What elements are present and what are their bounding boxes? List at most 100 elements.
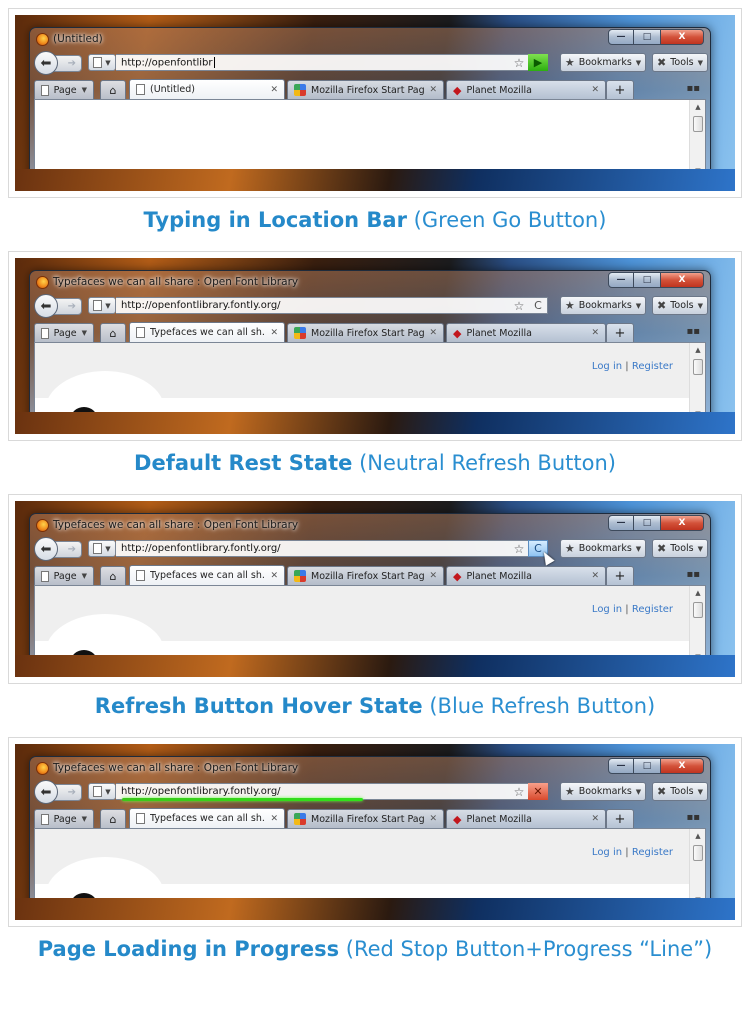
site-identity-button[interactable]: ▼ xyxy=(88,54,116,71)
back-button[interactable]: ⬅ xyxy=(34,51,58,75)
minimize-button[interactable]: — xyxy=(608,515,634,531)
scroll-up-icon[interactable]: ▲ xyxy=(690,343,706,357)
tab-close-icon[interactable]: ✕ xyxy=(270,814,278,824)
vertical-scrollbar[interactable]: ▲ ▼ xyxy=(689,586,705,664)
tab-active[interactable]: Typefaces we can all sh... ✕ xyxy=(129,808,285,828)
register-link[interactable]: Register xyxy=(632,604,673,615)
bookmark-star-icon[interactable]: ☆ xyxy=(510,542,528,556)
vertical-scrollbar[interactable]: ▲ ▼ xyxy=(689,343,705,421)
tab-active[interactable]: Typefaces we can all sh... ✕ xyxy=(129,322,285,342)
maximize-button[interactable]: □ xyxy=(634,758,660,774)
tab-close-icon[interactable]: ✕ xyxy=(591,814,599,824)
minimize-button[interactable]: — xyxy=(608,272,634,288)
close-button[interactable]: X xyxy=(660,758,704,774)
scroll-down-icon[interactable]: ▼ xyxy=(690,893,706,907)
site-identity-button[interactable]: ▼ xyxy=(88,297,116,314)
tools-button[interactable]: ✖ Tools ▼ xyxy=(652,53,708,72)
tab-planet-mozilla[interactable]: ◆ Planet Mozilla ✕ xyxy=(446,323,606,342)
tab-mozilla-start[interactable]: Mozilla Firefox Start Page ✕ xyxy=(287,80,444,99)
scroll-down-icon[interactable]: ▼ xyxy=(690,650,706,664)
tab-planet-mozilla[interactable]: ◆ Planet Mozilla ✕ xyxy=(446,809,606,828)
tab-close-icon[interactable]: ✕ xyxy=(429,571,437,581)
scroll-down-icon[interactable]: ▼ xyxy=(690,164,706,178)
page-menu-button[interactable]: Page ▼ xyxy=(34,566,94,585)
page-menu-button[interactable]: Page ▼ xyxy=(34,323,94,342)
tab-close-icon[interactable]: ✕ xyxy=(591,571,599,581)
maximize-button[interactable]: □ xyxy=(634,515,660,531)
scroll-thumb[interactable] xyxy=(693,116,703,132)
scroll-thumb[interactable] xyxy=(693,359,703,375)
tab-active[interactable]: Typefaces we can all sh... ✕ xyxy=(129,565,285,585)
tools-button[interactable]: ✖ Tools ▼ xyxy=(652,782,708,801)
maximize-button[interactable]: □ xyxy=(634,29,660,45)
bookmarks-button[interactable]: ★ Bookmarks ▼ xyxy=(560,296,646,315)
tools-button[interactable]: ✖ Tools ▼ xyxy=(652,296,708,315)
tab-mozilla-start[interactable]: Mozilla Firefox Start Page ✕ xyxy=(287,809,444,828)
page-menu-button[interactable]: Page ▼ xyxy=(34,80,94,99)
location-bar[interactable]: http://openfontlibrary.fontly.org/ ☆ C xyxy=(116,540,548,557)
tab-mozilla-start[interactable]: Mozilla Firefox Start Page ✕ xyxy=(287,323,444,342)
vertical-scrollbar[interactable]: ▲ ▼ xyxy=(689,829,705,907)
tab-close-icon[interactable]: ✕ xyxy=(270,85,278,95)
site-identity-button[interactable]: ▼ xyxy=(88,540,116,557)
tab-close-icon[interactable]: ✕ xyxy=(429,328,437,338)
back-button[interactable]: ⬅ xyxy=(34,780,58,804)
back-button[interactable]: ⬅ xyxy=(34,537,58,561)
tab-planet-mozilla[interactable]: ◆ Planet Mozilla ✕ xyxy=(446,80,606,99)
register-link[interactable]: Register xyxy=(632,847,673,858)
home-button[interactable]: ⌂ xyxy=(100,80,126,99)
new-tab-button[interactable]: + xyxy=(606,809,634,828)
tab-close-icon[interactable]: ✕ xyxy=(591,85,599,95)
maximize-button[interactable]: □ xyxy=(634,272,660,288)
tab-planet-mozilla[interactable]: ◆ Planet Mozilla ✕ xyxy=(446,566,606,585)
scroll-up-icon[interactable]: ▲ xyxy=(690,100,706,114)
new-tab-button[interactable]: + xyxy=(606,80,634,99)
bookmarks-button[interactable]: ★ Bookmarks ▼ xyxy=(560,539,646,558)
scroll-up-icon[interactable]: ▲ xyxy=(690,586,706,600)
location-bar[interactable]: http://openfontlibrary.fontly.org/ ☆ C xyxy=(116,297,548,314)
tab-close-icon[interactable]: ✕ xyxy=(591,328,599,338)
tab-mozilla-start[interactable]: Mozilla Firefox Start Page ✕ xyxy=(287,566,444,585)
tools-button[interactable]: ✖ Tools ▼ xyxy=(652,539,708,558)
new-tab-button[interactable]: + xyxy=(606,323,634,342)
home-button[interactable]: ⌂ xyxy=(100,323,126,342)
minimize-button[interactable]: — xyxy=(608,29,634,45)
location-bar[interactable]: http://openfontlibr ☆ ▶ xyxy=(116,54,548,71)
scroll-up-icon[interactable]: ▲ xyxy=(690,829,706,843)
close-button[interactable]: X xyxy=(660,515,704,531)
url-input[interactable]: http://openfontlibrary.fontly.org/ xyxy=(116,543,510,554)
url-input[interactable]: http://openfontlibrary.fontly.org/ xyxy=(116,786,510,797)
page-menu-button[interactable]: Page ▼ xyxy=(34,809,94,828)
tab-close-icon[interactable]: ✕ xyxy=(429,814,437,824)
go-button[interactable]: ▶ xyxy=(528,54,548,71)
tab-active[interactable]: (Untitled) ✕ xyxy=(129,79,285,99)
login-link[interactable]: Log in xyxy=(592,847,622,858)
tab-close-icon[interactable]: ✕ xyxy=(270,571,278,581)
bookmarks-button[interactable]: ★ Bookmarks ▼ xyxy=(560,782,646,801)
scroll-down-icon[interactable]: ▼ xyxy=(690,407,706,421)
bookmark-star-icon[interactable]: ☆ xyxy=(510,299,528,313)
scroll-thumb[interactable] xyxy=(693,845,703,861)
back-button[interactable]: ⬅ xyxy=(34,294,58,318)
close-button[interactable]: X xyxy=(660,29,704,45)
close-button[interactable]: X xyxy=(660,272,704,288)
url-input[interactable]: http://openfontlibrary.fontly.org/ xyxy=(116,300,510,311)
home-button[interactable]: ⌂ xyxy=(100,809,126,828)
stop-button[interactable]: ✕ xyxy=(528,783,548,800)
home-button[interactable]: ⌂ xyxy=(100,566,126,585)
url-input[interactable]: http://openfontlibr xyxy=(116,56,510,68)
login-link[interactable]: Log in xyxy=(592,604,622,615)
list-all-tabs-icon[interactable]: ▪▪ xyxy=(686,812,700,823)
site-identity-button[interactable]: ▼ xyxy=(88,783,116,800)
tab-close-icon[interactable]: ✕ xyxy=(429,85,437,95)
bookmarks-button[interactable]: ★ Bookmarks ▼ xyxy=(560,53,646,72)
scroll-thumb[interactable] xyxy=(693,602,703,618)
bookmark-star-icon[interactable]: ☆ xyxy=(510,785,528,799)
minimize-button[interactable]: — xyxy=(608,758,634,774)
register-link[interactable]: Register xyxy=(632,361,673,372)
refresh-button[interactable]: C xyxy=(528,297,548,314)
tab-close-icon[interactable]: ✕ xyxy=(270,328,278,338)
list-all-tabs-icon[interactable]: ▪▪ xyxy=(686,326,700,337)
vertical-scrollbar[interactable]: ▲ ▼ xyxy=(689,100,705,178)
list-all-tabs-icon[interactable]: ▪▪ xyxy=(686,83,700,94)
